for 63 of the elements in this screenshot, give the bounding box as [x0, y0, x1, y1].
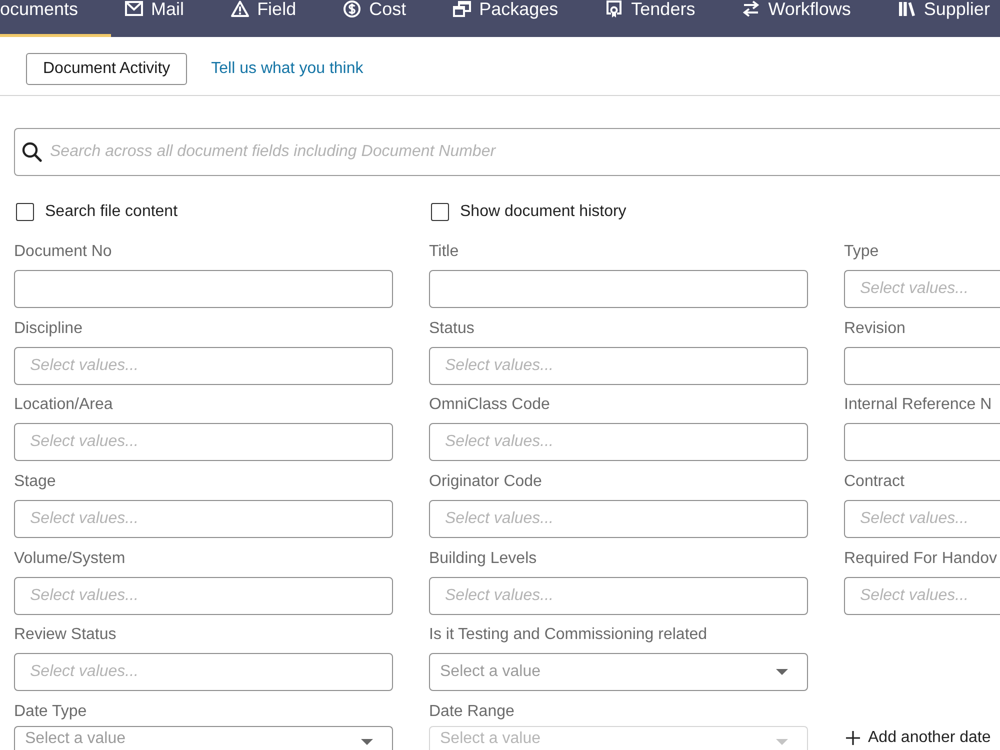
search-field[interactable]: Search across all document fields including Document Number [14, 128, 1000, 176]
field-label: Contract [844, 472, 906, 492]
field-label: Is it Testing and Commissioning related [429, 625, 708, 646]
multi-select-field[interactable]: Select values... [14, 576, 393, 615]
caret-icon [361, 738, 373, 745]
nav-tab[interactable]: Supplier [884, 0, 990, 37]
field-label: Revision [844, 318, 906, 339]
envelope-icon [125, 0, 144, 18]
dollar-icon [343, 0, 362, 18]
checkbox[interactable] [16, 203, 34, 221]
overlapping-windows-icon [453, 0, 472, 18]
field-label: Date Range [429, 702, 516, 722]
field-label: Date Type [14, 702, 88, 722]
plus-icon [846, 730, 860, 745]
field-label: Location/Area [14, 395, 114, 416]
checkbox-label[interactable]: Show document history [460, 203, 626, 221]
field-label: Discipline [14, 318, 84, 339]
field-label: Required For Handov [844, 548, 998, 569]
multi-select-field[interactable]: Select values... [14, 500, 393, 538]
field-label: Stage [14, 472, 57, 492]
multi-select-field[interactable]: Select values... [429, 500, 808, 538]
field-label: Originator Code [429, 472, 543, 492]
swap-arrows-icon [742, 0, 760, 18]
field-label: Volume/System [14, 548, 126, 569]
nav-tab[interactable]: Field [217, 0, 330, 37]
field-label: Title [429, 242, 460, 262]
document-activity-button[interactable]: Document Activity [26, 53, 188, 85]
checkbox-label[interactable]: Search file content [45, 203, 178, 221]
field-label: Status [429, 318, 476, 339]
text-field[interactable] [844, 346, 1000, 385]
caret-icon [776, 738, 788, 745]
text-field[interactable] [844, 423, 1000, 462]
nav-tab[interactable]: Workflows [728, 0, 884, 37]
field-label: Review Status [14, 625, 118, 646]
nav-tab[interactable]: ocuments [0, 0, 112, 37]
multi-select-field[interactable]: Select values... [844, 500, 1000, 538]
field-label: Document No [14, 242, 113, 262]
checkbox[interactable] [431, 203, 449, 221]
nav-tab[interactable]: Mail [111, 0, 218, 37]
text-field[interactable] [14, 270, 393, 308]
field-label: OmniClass Code [429, 395, 551, 416]
feedback-link[interactable]: Tell us what you think [211, 53, 364, 85]
multi-select-field[interactable]: Select values... [429, 423, 808, 462]
multi-select-field[interactable]: Select values... [429, 576, 808, 615]
multi-select-field[interactable]: Select values... [14, 346, 393, 385]
text-field[interactable] [429, 270, 808, 308]
multi-select-field[interactable]: Select values... [429, 346, 808, 385]
warning-icon [231, 0, 250, 18]
caret-icon [776, 669, 788, 676]
add-date-button[interactable]: Add another date [844, 726, 991, 750]
field-label: Building Levels [429, 548, 538, 569]
certificate-icon [605, 0, 624, 18]
multi-select-field[interactable]: Select values... [14, 653, 393, 692]
field-label: Type [844, 242, 880, 262]
multi-select-field[interactable]: Select values... [844, 576, 1000, 615]
multi-select-field[interactable]: Select values... [14, 423, 393, 462]
nav-tab[interactable]: Packages [439, 0, 592, 37]
field-label: Internal Reference N [844, 395, 993, 416]
books-icon [898, 0, 916, 18]
search-icon [22, 142, 42, 162]
nav-tab[interactable]: Cost [329, 0, 440, 37]
multi-select-field[interactable]: Select values... [844, 270, 1000, 308]
nav-tab[interactable]: Tenders [591, 0, 728, 37]
